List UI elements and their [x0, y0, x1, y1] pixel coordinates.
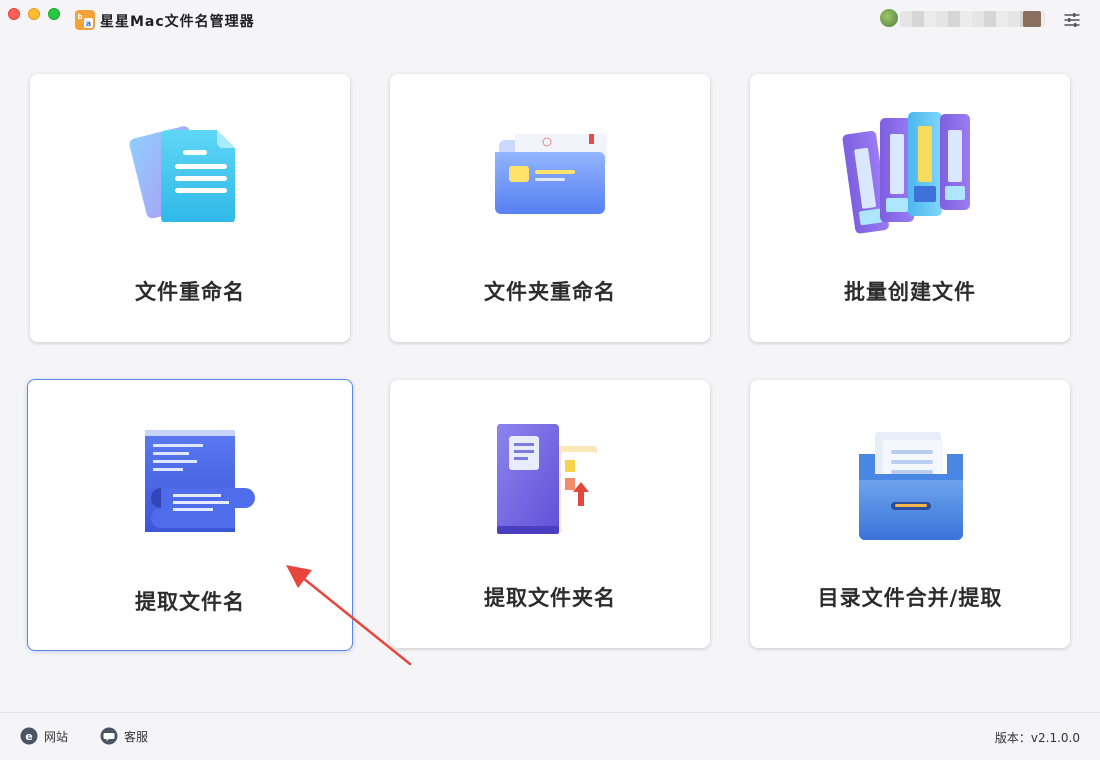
app-window: a b 星星Mac文件名管理器 文件重命名 文件夹重命名 批量创建文件 提取文件…: [0, 0, 1100, 760]
website-label: 网站: [44, 729, 69, 744]
document-icon: [129, 126, 235, 222]
file-drawer-icon: [859, 432, 963, 540]
card-folder-rename[interactable]: 文件夹重命名: [390, 74, 710, 342]
card-merge-extract-directory-files[interactable]: 目录文件合并/提取: [750, 380, 1070, 648]
user-name-blurred: [900, 11, 1045, 27]
zoom-window-button[interactable]: [48, 8, 60, 20]
svg-text:b: b: [77, 13, 82, 21]
settings-sliders-icon[interactable]: [1062, 10, 1082, 30]
user-avatar[interactable]: [880, 9, 898, 27]
card-label: 文件重命名: [135, 280, 245, 304]
minimize-window-button[interactable]: [28, 8, 40, 20]
app-title: 星星Mac文件名管理器: [100, 14, 255, 30]
app-logo-icon: a b: [75, 10, 95, 30]
title-bar: a b 星星Mac文件名管理器: [0, 0, 1100, 40]
folder-icon: [495, 134, 607, 214]
footer-bar: e 网站 客服 版本：v2.1.0.0: [0, 712, 1100, 760]
support-label: 客服: [124, 729, 149, 744]
globe-e-icon: e: [20, 727, 38, 745]
card-extract-file-names[interactable]: 提取文件名: [27, 379, 353, 651]
card-file-rename[interactable]: 文件重命名: [30, 74, 350, 342]
support-link[interactable]: 客服: [100, 727, 148, 745]
close-window-button[interactable]: [8, 8, 20, 20]
binders-icon: [842, 112, 970, 234]
website-link[interactable]: e 网站: [20, 727, 68, 745]
scroll-document-icon: [145, 430, 255, 532]
card-label: 批量创建文件: [844, 280, 976, 304]
card-label: 提取文件夹名: [484, 586, 616, 610]
card-label: 目录文件合并/提取: [817, 586, 1003, 610]
card-batch-create-files[interactable]: 批量创建文件: [750, 74, 1070, 342]
svg-text:e: e: [25, 730, 32, 743]
svg-text:a: a: [86, 19, 91, 28]
card-extract-folder-names[interactable]: 提取文件夹名: [390, 380, 710, 648]
chat-bubble-icon: [100, 727, 118, 745]
book-folder-icon: [496, 424, 597, 534]
card-label: 文件夹重命名: [484, 280, 616, 304]
card-label: 提取文件名: [135, 590, 245, 614]
version-label: 版本：v2.1.0.0: [994, 731, 1080, 745]
